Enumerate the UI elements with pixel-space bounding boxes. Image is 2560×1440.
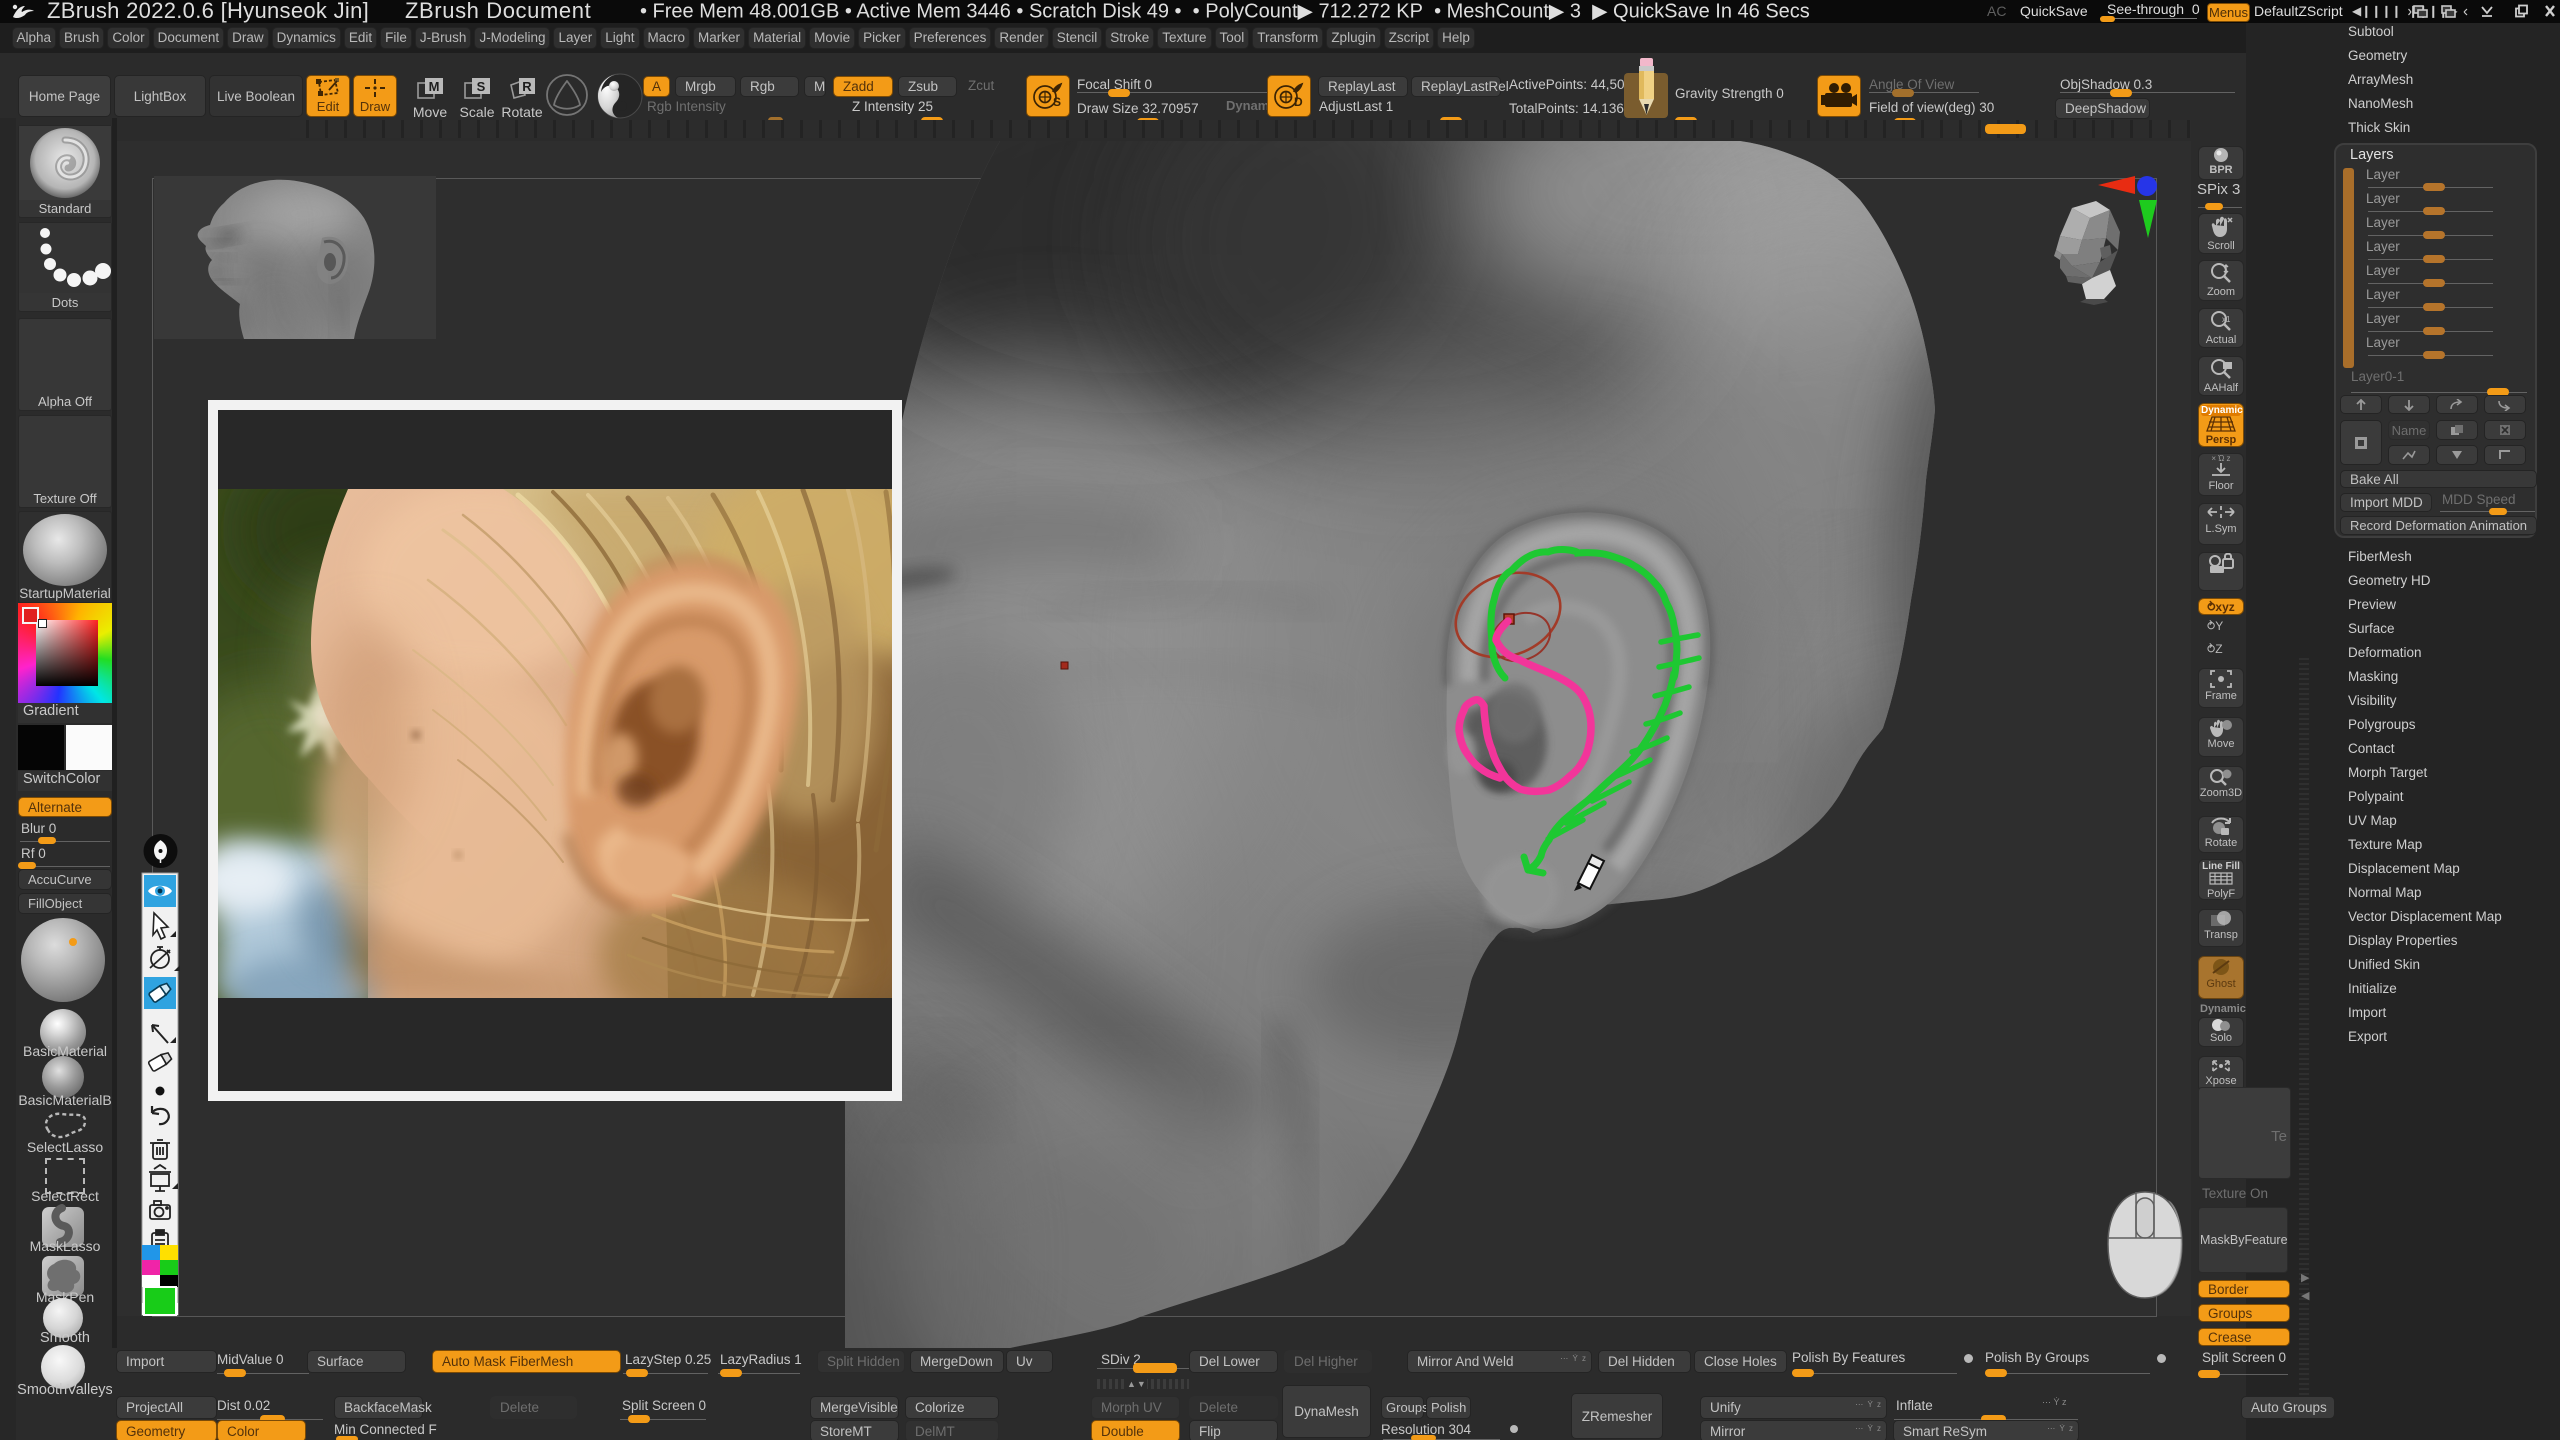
svg-text:S: S xyxy=(477,79,486,94)
svg-text:M: M xyxy=(429,79,440,94)
svg-text:x1: x1 xyxy=(2222,315,2231,324)
svg-text:R: R xyxy=(522,79,532,94)
svg-text:S: S xyxy=(1053,95,1061,109)
svg-text:D: D xyxy=(1294,95,1303,109)
